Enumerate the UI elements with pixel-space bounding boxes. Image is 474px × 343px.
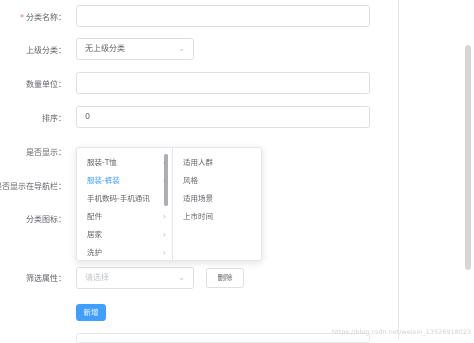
cascader-item-label: 适用人群 (183, 158, 213, 167)
cascader-item[interactable]: 居家 › (87, 226, 166, 244)
category-name-label: * 分类名称： (20, 12, 66, 23)
cascader-item-label: 配件 (87, 212, 102, 221)
parent-category-select[interactable]: 无上级分类 ⌄ (76, 38, 194, 60)
parent-category-value: 无上级分类 (85, 44, 125, 53)
cascader-item-label: 洗护 (87, 248, 102, 257)
cascader-item-label: 服装-T恤 (87, 158, 117, 167)
page-scrollbar[interactable] (465, 45, 471, 270)
icon-label: 分类图标： (26, 215, 66, 224)
show-in-nav-label: 是否显示在导航栏： (0, 182, 66, 191)
cascader-item[interactable]: 配件 › (87, 208, 166, 226)
cascader-item-active[interactable]: 服装-裤装› (87, 172, 166, 190)
filter-placeholder: 请选择 (85, 273, 109, 282)
cascader-item-label: 适用场景 (183, 194, 213, 203)
cascader-item-label: 服装-裤装 (87, 176, 120, 185)
filter-label: 筛选属性： (26, 274, 66, 283)
cascader-menu-level2[interactable]: 适用人群 风格 适用场景 上市时间 (173, 148, 261, 260)
cascader-scrollbar[interactable] (164, 154, 168, 206)
cascader-item[interactable]: 洗护 › (87, 244, 166, 260)
cascader-item[interactable]: 风格 (183, 172, 247, 190)
chevron-right-icon: › (162, 230, 166, 239)
delete-button[interactable]: 删除 (206, 268, 244, 288)
chevron-down-icon: ⌄ (178, 273, 185, 282)
watermark: https://blog.csdn.net/weixin_13526918023 (332, 328, 472, 336)
cascader-item-label: 风格 (183, 176, 198, 185)
chevron-right-icon: › (162, 212, 166, 221)
chevron-down-icon: ⌄ (178, 44, 185, 53)
cascader-item[interactable]: 服装-T恤› (87, 154, 166, 172)
required-mark: * (20, 13, 24, 22)
cascader-item[interactable]: 适用人群 (183, 154, 247, 172)
chevron-right-icon: › (162, 248, 166, 257)
cascader-dropdown[interactable]: 服装-T恤› 服装-裤装› 手机数码-手机通讯 配件 › 居家 › 洗护 › 适用人群… (76, 147, 262, 261)
category-name-input[interactable] (76, 5, 370, 27)
category-name-label-text: 分类名称： (26, 13, 66, 22)
sort-label: 排序： (42, 114, 66, 123)
cascader-item[interactable]: 上市时间 (183, 208, 247, 226)
panel-divider (398, 0, 399, 340)
unit-label: 数量单位： (26, 80, 66, 89)
cascader-menu-level1[interactable]: 服装-T恤› 服装-裤装› 手机数码-手机通讯 配件 › 居家 › 洗护 › (77, 148, 173, 260)
cascader-item[interactable]: 适用场景 (183, 190, 247, 208)
cascader-item-label: 手机数码-手机通讯 (87, 194, 150, 203)
add-button[interactable]: 新增 (76, 304, 106, 321)
cascader-item[interactable]: 手机数码-手机通讯 (87, 190, 158, 208)
unit-input[interactable] (76, 72, 370, 94)
sort-input[interactable]: 0 (76, 106, 370, 128)
parent-category-label: 上级分类： (26, 46, 66, 55)
cascader-item-label: 居家 (87, 230, 102, 239)
show-label: 是否显示： (26, 148, 66, 157)
cascader-item-label: 上市时间 (183, 212, 213, 221)
filter-cascader-input[interactable]: 请选择 ⌄ (76, 267, 194, 289)
bottom-input-edge[interactable] (76, 333, 370, 343)
